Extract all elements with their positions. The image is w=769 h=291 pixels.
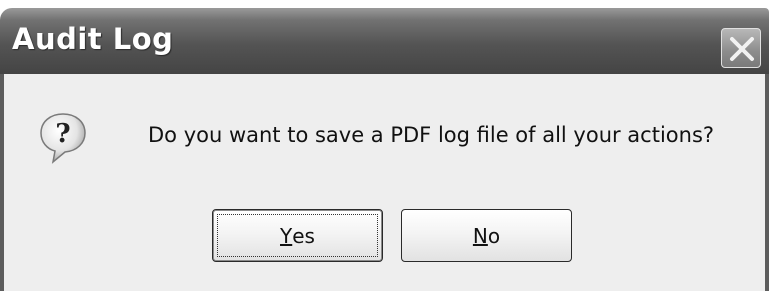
no-button-label: No [405, 213, 568, 258]
no-button[interactable]: No [401, 209, 572, 262]
yes-mnemonic: Y [280, 223, 293, 248]
yes-button-label: Yes [216, 213, 379, 258]
close-icon [730, 37, 754, 61]
title-bar[interactable]: Audit Log [0, 8, 769, 74]
question-icon: ? [40, 113, 86, 164]
no-label-rest: o [487, 223, 501, 248]
yes-label-rest: es [292, 223, 315, 248]
window-title: Audit Log [12, 22, 174, 56]
no-mnemonic: N [472, 223, 488, 248]
close-button[interactable] [721, 28, 761, 68]
yes-button[interactable]: Yes [212, 209, 383, 262]
audit-log-dialog: Audit Log ? Do you want to save a PDF lo… [0, 0, 769, 291]
dialog-message: Do you want to save a PDF log file of al… [148, 123, 715, 147]
svg-text:?: ? [55, 119, 70, 149]
dialog-body [0, 74, 769, 291]
